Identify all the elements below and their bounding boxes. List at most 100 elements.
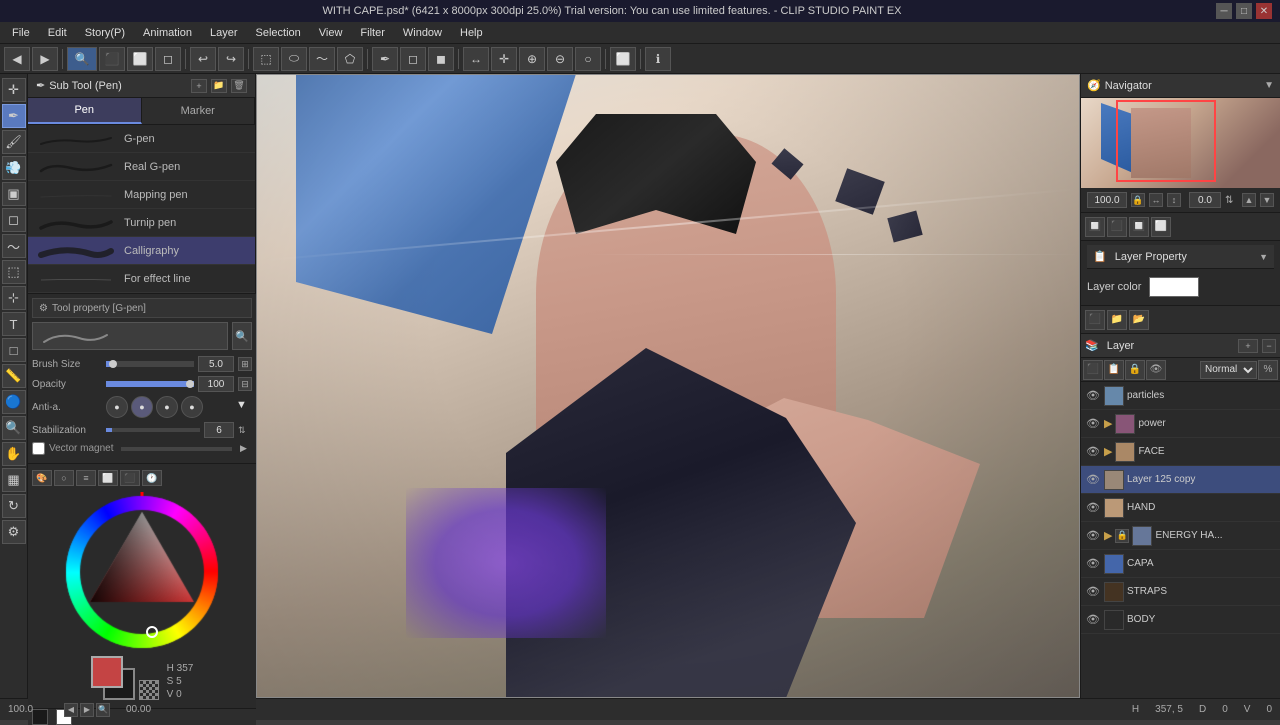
hand-tool[interactable]: ✋ xyxy=(2,442,26,466)
layer-tb-btn1[interactable]: ⬛ xyxy=(1083,360,1103,380)
angle-input[interactable]: 0.0 xyxy=(1189,192,1221,208)
menu-file[interactable]: File xyxy=(4,25,38,41)
blend-tool[interactable]: 〜 xyxy=(2,234,26,258)
layer-tb-btn3[interactable]: 🔒 xyxy=(1125,360,1145,380)
brush-realgpen[interactable]: Real G-pen xyxy=(28,153,255,181)
layer-straps[interactable]: 👁 STRAPS xyxy=(1081,578,1280,606)
layer-vis-particles[interactable]: 👁 xyxy=(1085,388,1101,404)
menu-story[interactable]: Story(P) xyxy=(77,25,133,41)
stabilization-slider[interactable] xyxy=(106,428,200,432)
menu-help[interactable]: Help xyxy=(452,25,491,41)
pen-tool[interactable]: ✒ xyxy=(2,104,26,128)
opacity-lock[interactable]: ⊟ xyxy=(238,377,252,391)
zoom-view-btn[interactable]: 🔍 xyxy=(67,47,97,71)
fill-tool[interactable]: ▣ xyxy=(2,182,26,206)
menu-selection[interactable]: Selection xyxy=(248,25,309,41)
layer-vis-hand[interactable]: 👁 xyxy=(1085,500,1101,516)
flip-v-btn[interactable]: ↕ xyxy=(1167,193,1181,207)
zoom-in-btn[interactable]: ⊕ xyxy=(519,47,545,71)
sub-tool-add[interactable]: + xyxy=(191,79,207,93)
layer-vis-energy[interactable]: 👁 xyxy=(1085,528,1101,544)
vector-magnet-slider[interactable] xyxy=(121,447,232,451)
layer-vis-power[interactable]: 👁 xyxy=(1085,416,1101,432)
color-circle-btn[interactable]: ○ xyxy=(54,470,74,486)
layer-del-btn[interactable]: − xyxy=(1262,339,1276,353)
circle-btn[interactable]: ○ xyxy=(575,47,601,71)
layer-vis-capa[interactable]: 👁 xyxy=(1085,556,1101,572)
navigator-toggle[interactable]: ▼ xyxy=(1264,80,1274,91)
pen-pressure-btn[interactable]: ✒ xyxy=(372,47,398,71)
tab-pen[interactable]: Pen xyxy=(28,98,142,124)
move-layer-btn[interactable]: ✛ xyxy=(491,47,517,71)
right-tool-1[interactable]: 🔲 xyxy=(1085,217,1105,237)
status-prev-btn[interactable]: ◀ xyxy=(64,703,78,717)
color-wheel-svg[interactable] xyxy=(62,492,222,652)
layer-tb-btn4[interactable]: 👁 xyxy=(1146,360,1166,380)
brush-size-slider[interactable] xyxy=(106,361,194,367)
layer-body[interactable]: 👁 BODY xyxy=(1081,606,1280,634)
menu-view[interactable]: View xyxy=(311,25,351,41)
brush-calligraphy[interactable]: Calligraphy xyxy=(28,237,255,265)
maximize-button[interactable]: □ xyxy=(1236,3,1252,19)
eraser-tool[interactable]: ◻ xyxy=(2,208,26,232)
zoom-input[interactable]: 100.0 xyxy=(1087,192,1127,208)
brush-size-thumb[interactable] xyxy=(109,360,117,368)
canvas-area[interactable] xyxy=(256,74,1080,698)
color-swatches-btn[interactable]: ⬜ xyxy=(98,470,118,486)
help-btn[interactable]: ℹ xyxy=(645,47,671,71)
color-sliders-btn[interactable]: ≡ xyxy=(76,470,96,486)
opacity-thumb[interactable] xyxy=(186,380,194,388)
layer-hand[interactable]: 👁 HAND xyxy=(1081,494,1280,522)
layer-prop-expand[interactable]: ▼ xyxy=(1259,252,1268,262)
layer-capa[interactable]: 👁 CAPA xyxy=(1081,550,1280,578)
foreground-color-swatch[interactable] xyxy=(91,656,123,688)
layer-vis-straps[interactable]: 👁 xyxy=(1085,584,1101,600)
brush-turnippen[interactable]: Turnip pen xyxy=(28,209,255,237)
figure-tool[interactable]: □ xyxy=(2,338,26,362)
move-tool[interactable]: ⊹ xyxy=(2,286,26,310)
navigator-preview[interactable] xyxy=(1081,98,1280,188)
minimize-button[interactable]: ─ xyxy=(1216,3,1232,19)
color-wheel-btn[interactable]: 🎨 xyxy=(32,470,52,486)
fit-view-btn[interactable]: ⬛ xyxy=(99,47,125,71)
ruler-tool[interactable]: 📏 xyxy=(2,364,26,388)
nav-settings-btn[interactable]: ▲ xyxy=(1242,193,1256,207)
right-tool-2[interactable]: ⬛ xyxy=(1107,217,1127,237)
opacity-input[interactable]: 100 xyxy=(198,376,234,392)
layer-vis-body[interactable]: 👁 xyxy=(1085,612,1101,628)
layer-125copy[interactable]: 👁 Layer 125 copy xyxy=(1081,466,1280,494)
layer-vis-125copy[interactable]: 👁 xyxy=(1085,472,1101,488)
settings-tool[interactable]: ⚙ xyxy=(2,520,26,544)
vector-magnet-expand[interactable]: ▶ xyxy=(240,443,252,454)
actual-size-btn[interactable]: ⬜ xyxy=(127,47,153,71)
fill-btn[interactable]: ◼ xyxy=(428,47,454,71)
zoom-lock-btn[interactable]: 🔒 xyxy=(1131,193,1145,207)
screen-mode-btn[interactable]: ⬜ xyxy=(610,47,636,71)
stabilization-arrows[interactable]: ⇅ xyxy=(238,425,252,436)
gradient-tool[interactable]: ▦ xyxy=(2,468,26,492)
cursor-tool[interactable]: ✛ xyxy=(2,78,26,102)
zoom-out-btn[interactable]: ⊖ xyxy=(547,47,573,71)
layer-face[interactable]: 👁 ▶ FACE xyxy=(1081,438,1280,466)
brush-gpen[interactable]: G-pen xyxy=(28,125,255,153)
eyedropper-tool[interactable]: 🔵 xyxy=(2,390,26,414)
menu-window[interactable]: Window xyxy=(395,25,450,41)
flip-h-btn[interactable]: ↔ xyxy=(1149,193,1163,207)
layer-vis-face[interactable]: 👁 xyxy=(1085,444,1101,460)
brush-tool[interactable]: 🖌 xyxy=(2,130,26,154)
vector-magnet-checkbox[interactable] xyxy=(32,442,45,455)
zoom-tool[interactable]: 🔍 xyxy=(2,416,26,440)
layer-icon-1[interactable]: ⬛ xyxy=(1085,310,1105,330)
layer-tb-btn2[interactable]: 📋 xyxy=(1104,360,1124,380)
sub-tool-delete[interactable]: 🗑 xyxy=(231,79,247,93)
tab-marker[interactable]: Marker xyxy=(142,98,256,124)
eraser-btn[interactable]: ◻ xyxy=(400,47,426,71)
select-lasso-btn[interactable]: 〜 xyxy=(309,47,335,71)
nav-expand-btn[interactable]: ▼ xyxy=(1260,193,1274,207)
menu-layer[interactable]: Layer xyxy=(202,25,246,41)
select-ellipse-btn[interactable]: ⬭ xyxy=(281,47,307,71)
select-tool[interactable]: ⬚ xyxy=(2,260,26,284)
brush-mappingpen[interactable]: Mapping pen xyxy=(28,181,255,209)
layer-energy[interactable]: 👁 ▶ 🔒 ENERGY HA... xyxy=(1081,522,1280,550)
aa-btn-2[interactable]: ● xyxy=(156,396,178,418)
